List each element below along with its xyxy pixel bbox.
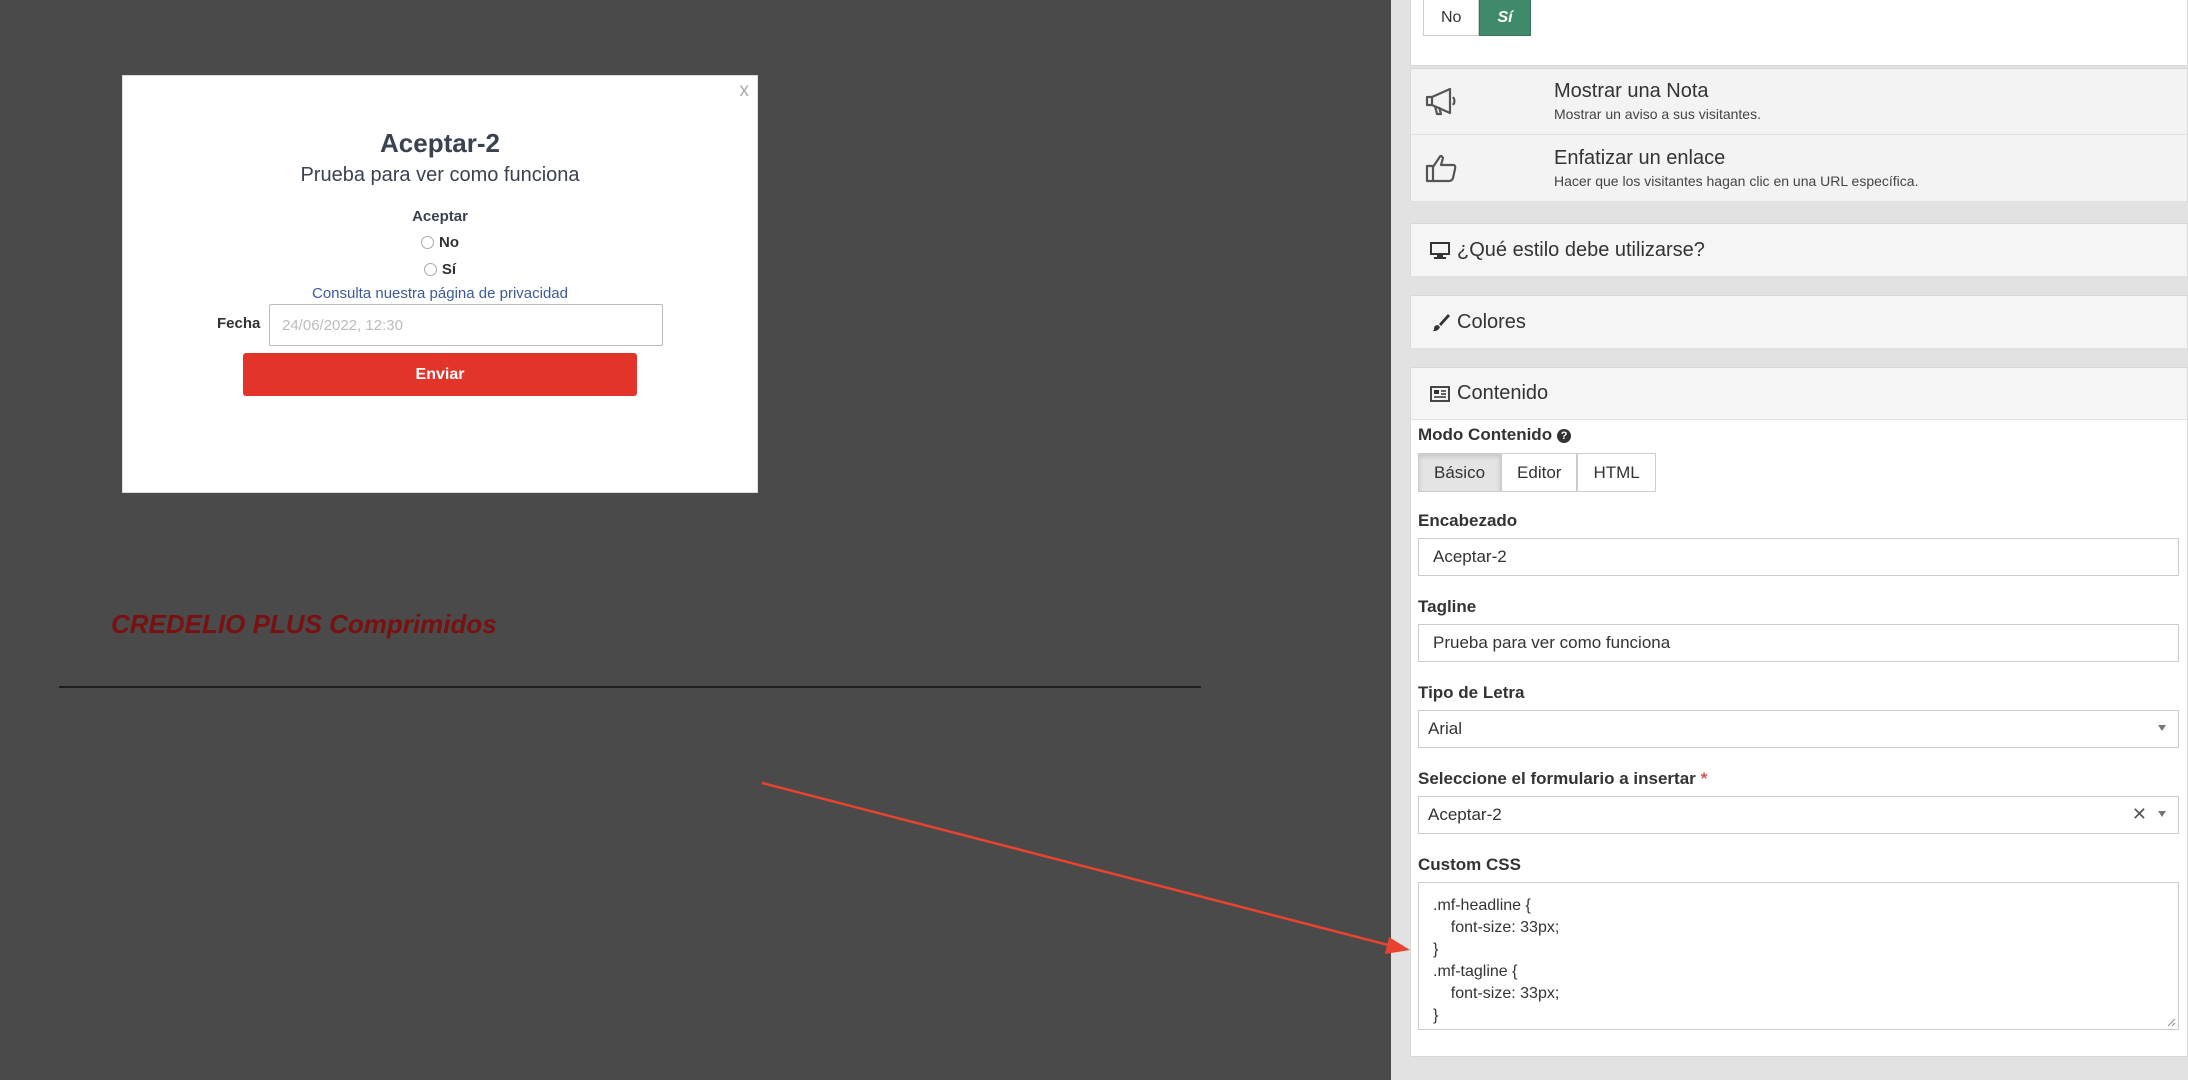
popup-field-label: Aceptar	[412, 208, 468, 225]
chevron-down-icon	[2158, 811, 2166, 817]
option-title: Mostrar una Nota	[1554, 80, 1709, 102]
resize-handle-icon[interactable]	[2166, 1017, 2176, 1027]
style-section-title: ¿Qué estilo debe utilizarse?	[1457, 238, 1705, 261]
tagline-input[interactable]: Prueba para ver como funciona	[1418, 624, 2179, 662]
option-emphasize-link[interactable]: Enfatizar un enlace Hacer que los visita…	[1411, 136, 2187, 202]
popup-tagline: Prueba para ver como funciona	[300, 164, 580, 186]
help-icon[interactable]: ?	[1557, 428, 1572, 443]
content-section-title: Contenido	[1457, 382, 1549, 404]
colors-section-title: Colores	[1457, 310, 1526, 333]
preview-area: x Aceptar-2 Prueba para ver como funcion…	[0, 0, 1391, 1080]
form-label: Seleccione el formulario a insertar *	[1418, 769, 1707, 789]
product-title: CREDELIO PLUS Comprimidos	[111, 609, 497, 639]
css-line: .mf-headline {	[1433, 897, 1531, 914]
radio-icon[interactable]	[423, 263, 437, 276]
radio-option-si[interactable]: Sí	[123, 261, 757, 278]
content-mode-group: Básico Editor HTML	[1418, 453, 1656, 492]
content-section: Contenido Modo Contenido? Básico Editor …	[1410, 367, 2188, 1057]
chevron-down-icon	[2158, 725, 2166, 731]
font-label: Tipo de Letra	[1418, 683, 1525, 702]
form-select[interactable]: Aceptar-2 ✕	[1418, 796, 2179, 834]
popup-preview: x Aceptar-2 Prueba para ver como funcion…	[122, 75, 758, 493]
css-line: .mf-tagline {	[1433, 963, 1518, 980]
toggle-card: No Sí	[1410, 0, 2188, 66]
date-label: Fecha	[217, 315, 261, 332]
clear-icon[interactable]: ✕	[2132, 804, 2147, 825]
style-section-header[interactable]: ¿Qué estilo debe utilizarse?	[1411, 224, 2187, 276]
required-marker: *	[1700, 769, 1708, 788]
divider	[59, 686, 1201, 688]
popup-headline: Aceptar-2	[380, 128, 500, 158]
option-title: Enfatizar un enlace	[1554, 147, 1726, 169]
font-select-value: Arial	[1428, 719, 1463, 738]
css-line: font-size: 33px;	[1433, 919, 1560, 936]
content-section-header[interactable]: Contenido	[1411, 368, 2187, 420]
popup-close-button[interactable]: x	[740, 80, 750, 102]
option-show-note[interactable]: Mostrar una Nota Mostrar un aviso a sus …	[1411, 69, 2187, 135]
paintbrush-icon	[1432, 314, 1450, 332]
mode-basic-button[interactable]: Básico	[1418, 453, 1502, 492]
date-input[interactable]: 24/06/2022, 12:30	[269, 304, 663, 346]
option-description: Hacer que los visitantes hagan clic en u…	[1554, 173, 1919, 189]
hand-pointer-icon	[1425, 154, 1457, 183]
newspaper-icon	[1430, 385, 1450, 402]
toggle-yes-button[interactable]: Sí	[1479, 0, 1531, 36]
colors-section[interactable]: Colores	[1410, 295, 2188, 348]
radio-option-no[interactable]: No	[123, 234, 757, 251]
css-line: font-size: 33px;	[1433, 985, 1560, 1002]
monitor-icon	[1430, 242, 1450, 259]
colors-section-header[interactable]: Colores	[1411, 296, 2187, 348]
goal-options: Mostrar una Nota Mostrar un aviso a sus …	[1410, 68, 2188, 202]
form-label-text: Seleccione el formulario a insertar	[1418, 769, 1696, 788]
tagline-label: Tagline	[1418, 597, 1477, 616]
custom-css-textarea[interactable]: .mf-headline { font-size: 33px; } .mf-ta…	[1418, 882, 2179, 1030]
settings-panel: No Sí Mostrar una Nota Mostrar un aviso …	[1391, 0, 2188, 1080]
font-select[interactable]: Arial	[1418, 710, 2179, 748]
css-label: Custom CSS	[1418, 855, 1521, 874]
mode-editor-button[interactable]: Editor	[1501, 453, 1578, 492]
style-section[interactable]: ¿Qué estilo debe utilizarse?	[1410, 223, 2188, 276]
mode-label: Modo Contenido?	[1418, 425, 1572, 445]
privacy-link[interactable]: Consulta nuestra página de privacidad	[123, 285, 757, 302]
radio-option-label: Sí	[441, 261, 457, 278]
mode-html-button[interactable]: HTML	[1577, 453, 1656, 492]
headline-label: Encabezado	[1418, 511, 1518, 530]
yes-no-toggle: No Sí	[1423, 0, 1531, 36]
megaphone-icon	[1425, 87, 1456, 116]
css-line: }	[1433, 941, 1439, 958]
mode-label-text: Modo Contenido	[1418, 425, 1553, 444]
headline-input[interactable]: Aceptar-2	[1418, 538, 2179, 576]
css-line: }	[1433, 1007, 1439, 1024]
radio-icon[interactable]	[421, 236, 434, 249]
option-description: Mostrar un aviso a sus visitantes.	[1554, 106, 1761, 122]
toggle-no-button[interactable]: No	[1423, 0, 1480, 36]
radio-option-label: No	[439, 234, 459, 251]
submit-button[interactable]: Enviar	[243, 353, 637, 396]
form-select-value: Aceptar-2	[1428, 805, 1502, 824]
